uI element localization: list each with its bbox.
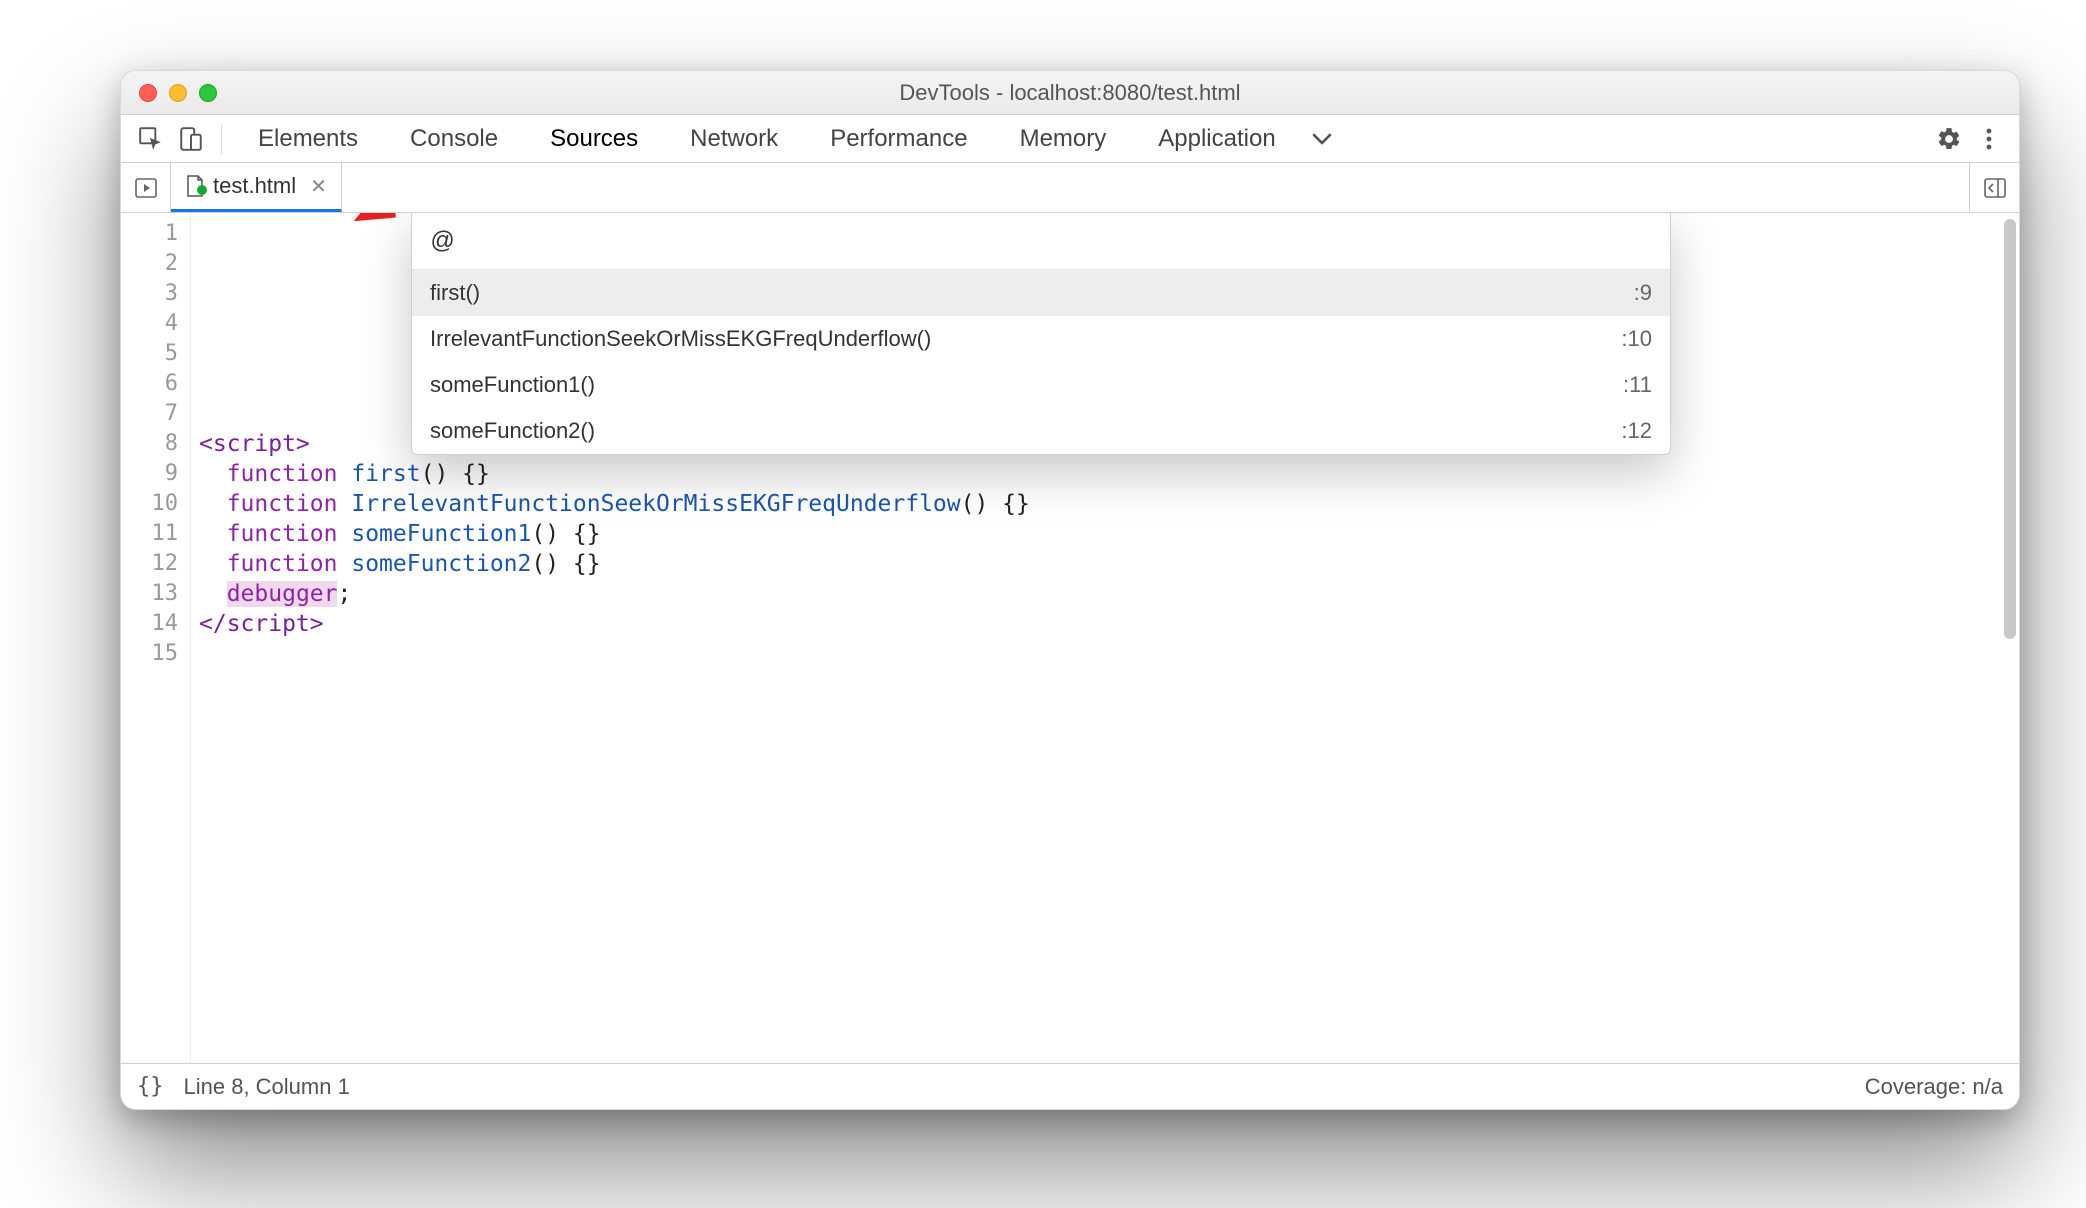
quick-open-list: first() :9 IrrelevantFunctionSeekOrMissEKG… [412,270,1670,454]
panel-tabs: ElementsConsoleSourcesNetworkPerformance… [232,115,1302,163]
tab-console[interactable]: Console [384,115,524,163]
quick-open-item-label: IrrelevantFunctionSeekOrMissEKGFreqUnder… [430,326,931,352]
device-toolbar-icon[interactable] [171,119,211,159]
line-gutter: 123456789101112131415 [121,213,191,1063]
quick-open-input[interactable]: @ [412,213,1670,270]
status-bar: {} Line 8, Column 1 Coverage: n/a [121,1063,2019,1109]
titlebar: DevTools - localhost:8080/test.html [121,71,2019,115]
line-number[interactable]: 5 [121,339,190,369]
devtools-window: DevTools - localhost:8080/test.html Elem… [120,70,2020,1110]
quick-open-item-label: someFunction1() [430,372,595,398]
file-tab[interactable]: test.html ✕ [171,163,342,212]
quick-open-item-location: :11 [1623,372,1652,398]
toolbar: ElementsConsoleSourcesNetworkPerformance… [121,115,2019,163]
line-number[interactable]: 6 [121,369,190,399]
tab-application[interactable]: Application [1132,115,1301,163]
quick-open-item-label: first() [430,280,480,306]
line-number[interactable]: 10 [121,489,190,519]
quick-open-item-label: someFunction2() [430,418,595,444]
pretty-print-icon[interactable]: {} [137,1074,164,1099]
cursor-position: Line 8, Column 1 [184,1074,350,1100]
settings-icon[interactable] [1929,119,1969,159]
more-tabs-icon[interactable] [1302,119,1342,159]
coverage-status: Coverage: n/a [1865,1074,2003,1100]
quick-open-item[interactable]: someFunction2() :12 [412,408,1670,454]
line-number[interactable]: 4 [121,309,190,339]
toggle-sidebar-icon[interactable] [1969,163,2019,212]
quick-open-item[interactable]: first() :9 [412,270,1670,316]
file-tab-label: test.html [213,173,296,199]
line-number[interactable]: 11 [121,519,190,549]
quick-open-item-location: :12 [1621,418,1652,444]
tab-elements[interactable]: Elements [232,115,384,163]
line-number[interactable]: 15 [121,639,190,669]
quick-open-item-location: :10 [1621,326,1652,352]
line-number[interactable]: 9 [121,459,190,489]
line-number[interactable]: 7 [121,399,190,429]
separator [221,124,222,154]
line-number[interactable]: 2 [121,249,190,279]
close-tab-icon[interactable]: ✕ [310,174,327,199]
kebab-menu-icon[interactable] [1969,119,2009,159]
quick-open-popover: @ first() :9 IrrelevantFunctionSeekOrMissE… [411,213,1671,455]
file-tab-bar: test.html ✕ [121,163,2019,213]
line-number[interactable]: 1 [121,219,190,249]
quick-open-item[interactable]: someFunction1() :11 [412,362,1670,408]
line-number[interactable]: 12 [121,549,190,579]
resume-script-icon[interactable] [121,163,171,212]
quick-open-item-location: :9 [1634,280,1652,306]
line-number[interactable]: 8 [121,429,190,459]
file-status-dot [197,185,207,195]
editor-area: 123456789101112131415 <script> function … [121,213,2019,1063]
tab-sources[interactable]: Sources [524,115,664,163]
line-number[interactable]: 13 [121,579,190,609]
inspect-element-icon[interactable] [131,119,171,159]
line-number[interactable]: 14 [121,609,190,639]
tab-network[interactable]: Network [664,115,804,163]
quick-open-item[interactable]: IrrelevantFunctionSeekOrMissEKGFreqUnder… [412,316,1670,362]
tab-memory[interactable]: Memory [994,115,1133,163]
line-number[interactable]: 3 [121,279,190,309]
tab-performance[interactable]: Performance [804,115,993,163]
window-title: DevTools - localhost:8080/test.html [121,80,2019,106]
editor-scrollbar[interactable] [2004,219,2016,639]
